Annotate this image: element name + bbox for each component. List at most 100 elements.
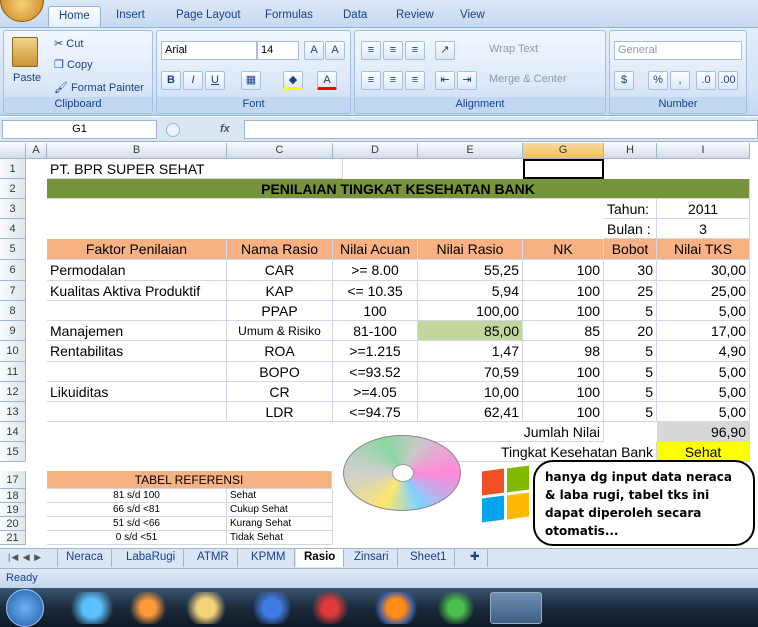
ref-range-cell[interactable]: 81 s/d 100	[47, 489, 227, 503]
ref-range-cell[interactable]: 51 s/d <66	[47, 517, 227, 531]
table-cell[interactable]: <=93.52	[333, 362, 418, 382]
report-title-cell[interactable]: PENILAIAN TINGKAT KESEHATAN BANK	[47, 179, 750, 199]
table-cell[interactable]	[47, 301, 227, 321]
bulan-value[interactable]: 3	[657, 219, 750, 239]
office-button-icon[interactable]	[0, 0, 44, 22]
sheet-tab[interactable]: Neraca	[58, 549, 113, 567]
table-cell[interactable]: 25	[604, 281, 657, 301]
cut-button[interactable]: ✂ Cut	[54, 37, 83, 50]
table-cell[interactable]: CAR	[227, 260, 333, 281]
align-center-icon[interactable]: ≡	[383, 71, 403, 90]
sheet-tab[interactable]: KPMM	[243, 549, 295, 567]
decrease-indent-icon[interactable]: ⇤	[435, 71, 455, 90]
row-header[interactable]: 18	[0, 489, 26, 503]
ref-status-cell[interactable]: Kurang Sehat	[227, 517, 333, 531]
table-cell[interactable]: 5,00	[657, 301, 750, 321]
tab-page-layout[interactable]: Page Layout	[166, 6, 251, 27]
col-header[interactable]: H	[604, 143, 657, 159]
ref-table-title[interactable]: TABEL REFERENSI	[47, 471, 332, 489]
row-header[interactable]: 17	[0, 471, 26, 489]
col-header[interactable]: B	[47, 143, 227, 159]
table-cell[interactable]: Kualitas Aktiva Produktif	[47, 281, 227, 301]
align-bottom-icon[interactable]: ≡	[405, 41, 425, 60]
row-header[interactable]: 19	[0, 503, 26, 517]
borders-icon[interactable]: ▦	[241, 71, 261, 90]
table-cell[interactable]: 98	[523, 341, 604, 362]
table-header-cell[interactable]: Nilai Rasio	[418, 239, 523, 260]
start-button-icon[interactable]	[6, 589, 44, 627]
col-header[interactable]: I	[657, 143, 750, 159]
table-cell[interactable]: 100	[523, 281, 604, 301]
row-header[interactable]: 7	[0, 281, 26, 301]
col-header[interactable]: C	[227, 143, 333, 159]
tab-formulas[interactable]: Formulas	[255, 6, 323, 27]
excel-icon-active[interactable]	[490, 592, 542, 624]
align-top-icon[interactable]: ≡	[361, 41, 381, 60]
row-header[interactable]: 21	[0, 531, 26, 545]
row-header[interactable]: 10	[0, 341, 26, 362]
table-cell[interactable]: PPAP	[227, 301, 333, 321]
ref-status-cell[interactable]: Tidak Sehat	[227, 531, 333, 545]
table-cell[interactable]: CR	[227, 382, 333, 402]
ref-range-cell[interactable]: 66 s/d <81	[47, 503, 227, 517]
table-cell[interactable]: 5,00	[657, 362, 750, 382]
font-size-select[interactable]: 14	[257, 41, 299, 60]
table-cell[interactable]: 5,94	[418, 281, 523, 301]
align-middle-icon[interactable]: ≡	[383, 41, 403, 60]
table-cell[interactable]: 17,00	[657, 321, 750, 341]
col-header[interactable]: A	[26, 143, 47, 159]
table-cell[interactable]: 100	[523, 402, 604, 422]
table-cell[interactable]: 100	[523, 301, 604, 321]
percent-button[interactable]: %	[648, 71, 668, 90]
currency-icon[interactable]: $	[614, 71, 634, 90]
table-cell[interactable]: 4,90	[657, 341, 750, 362]
row-header[interactable]: 15	[0, 442, 26, 462]
table-cell[interactable]: Umum & Risiko	[227, 321, 333, 341]
orientation-icon[interactable]: ↗	[435, 41, 455, 60]
sheet-nav-arrows-icon[interactable]: |◀ ◀ ▶ ▶|	[0, 549, 58, 579]
font-color-icon[interactable]: A	[317, 71, 337, 90]
row-header[interactable]: 3	[0, 199, 26, 219]
row-header[interactable]: 11	[0, 362, 26, 382]
table-cell[interactable]: Likuiditas	[47, 382, 227, 402]
sheet-tab[interactable]: ATMR	[189, 549, 238, 567]
table-header-cell[interactable]: Nama Rasio	[227, 239, 333, 260]
media-player-icon[interactable]	[122, 592, 174, 624]
table-header-cell[interactable]: Nilai TKS	[657, 239, 750, 260]
ie-icon[interactable]	[66, 592, 118, 624]
sheet-tab[interactable]: LabaRugi	[118, 549, 185, 567]
table-cell[interactable]: 85	[523, 321, 604, 341]
formula-input[interactable]	[244, 120, 758, 139]
download-icon[interactable]	[304, 592, 356, 624]
paste-icon[interactable]	[12, 37, 38, 67]
bold-button[interactable]: B	[161, 71, 181, 90]
table-cell[interactable]	[47, 362, 227, 382]
table-cell[interactable]: 20	[604, 321, 657, 341]
ref-range-cell[interactable]: 0 s/d <51	[47, 531, 227, 545]
table-cell[interactable]: >= 8.00	[333, 260, 418, 281]
tahun-label[interactable]: Tahun:	[604, 199, 657, 219]
fx-icon[interactable]: fx	[220, 120, 240, 139]
row-header[interactable]: 8	[0, 301, 26, 321]
table-cell[interactable]: ROA	[227, 341, 333, 362]
select-all-corner[interactable]	[0, 143, 26, 159]
sheet-tab[interactable]: Sheet1	[402, 549, 456, 567]
ref-status-cell[interactable]: Sehat	[227, 489, 333, 503]
table-cell[interactable]: Rentabilitas	[47, 341, 227, 362]
table-cell[interactable]: 5	[604, 382, 657, 402]
table-cell[interactable]: KAP	[227, 281, 333, 301]
format-painter-button[interactable]: 🖌 Format Painter	[54, 81, 144, 94]
table-cell[interactable]: Manajemen	[47, 321, 227, 341]
table-cell[interactable]: <=94.75	[333, 402, 418, 422]
firefox-icon[interactable]	[370, 592, 422, 624]
table-cell[interactable]: 62,41	[418, 402, 523, 422]
insert-sheet-icon[interactable]: ✚	[462, 549, 488, 567]
table-cell[interactable]: 25,00	[657, 281, 750, 301]
font-name-select[interactable]: Arial	[161, 41, 257, 60]
table-cell[interactable]: 81-100	[333, 321, 418, 341]
table-cell[interactable]: LDR	[227, 402, 333, 422]
table-cell[interactable]: 55,25	[418, 260, 523, 281]
tab-home[interactable]: Home	[48, 6, 101, 27]
table-cell[interactable]: 5	[604, 341, 657, 362]
increase-indent-icon[interactable]: ⇥	[457, 71, 477, 90]
